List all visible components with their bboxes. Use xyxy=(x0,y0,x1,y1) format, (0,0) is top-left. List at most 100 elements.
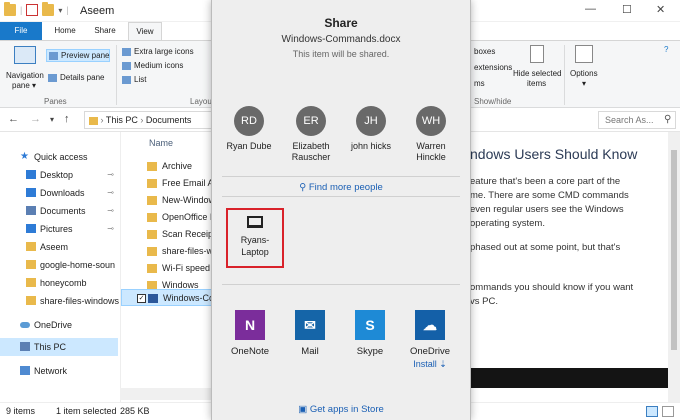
tab-file[interactable]: File xyxy=(0,22,42,40)
help-icon[interactable]: ? xyxy=(664,45,668,54)
nav-item-pictures[interactable]: Pictures ⊸ xyxy=(0,220,118,238)
nav-item-quick-access[interactable]: ★ Quick access xyxy=(0,148,118,166)
name-column-header[interactable]: Name xyxy=(149,138,173,148)
app-name: Mail xyxy=(301,346,319,357)
details-view-icon[interactable] xyxy=(646,406,658,417)
app-skype[interactable]: S Skype xyxy=(340,310,400,358)
nav-item-downloads[interactable]: Downloads ⊸ xyxy=(0,184,118,202)
file-row-selected[interactable]: ✓ Windows-Co xyxy=(121,289,213,306)
show-hide-group-label: Show/hide xyxy=(474,97,512,106)
file-row[interactable]: Wi-Fi speed xyxy=(121,260,213,277)
nav-item-label: Network xyxy=(34,366,68,376)
contact-warren-hinckle[interactable]: WH Warren Hinckle xyxy=(404,106,458,163)
find-more-label: Find more people xyxy=(308,182,383,193)
file-name: Wi-Fi speed xyxy=(162,263,211,273)
documents-icon xyxy=(26,206,36,215)
search-icon[interactable]: ⚲ xyxy=(664,114,671,125)
extra-large-icons-option[interactable]: Extra large icons xyxy=(122,47,194,56)
install-link[interactable]: Install ⇣ xyxy=(400,358,460,370)
navigation-pane-label[interactable]: Navigation xyxy=(6,71,44,80)
nearby-device-ryans-laptop[interactable]: Ryans- Laptop xyxy=(226,208,284,268)
new-folder-icon[interactable] xyxy=(42,2,55,16)
laptop-icon xyxy=(247,216,263,228)
navigation-pane-caret[interactable]: pane ▾ xyxy=(12,81,36,90)
row-checkbox[interactable]: ✓ xyxy=(137,294,146,303)
recent-locations-icon[interactable]: ▾ xyxy=(50,115,54,124)
breadcrumb[interactable]: › This PC › Documents xyxy=(84,111,212,129)
tab-home[interactable]: Home xyxy=(48,22,82,40)
nav-item-honeycomb[interactable]: honeycomb xyxy=(0,274,118,292)
contact-elizabeth-rauscher[interactable]: ER Elizabeth Rauscher xyxy=(284,106,338,163)
nav-item-onedrive[interactable]: OneDrive xyxy=(0,316,118,334)
item-check-boxes-option[interactable]: boxes xyxy=(474,47,495,56)
nav-item-this-pc[interactable]: This PC xyxy=(0,338,118,356)
preview-text-line: me. There are some CMD commands xyxy=(470,190,629,201)
file-row[interactable]: New-Window xyxy=(121,192,213,209)
file-name: Windows-Co xyxy=(163,293,213,303)
nav-item-aseem[interactable]: Aseem xyxy=(0,238,118,256)
file-name-extensions-option[interactable]: extensions xyxy=(474,63,512,72)
preview-pane-button[interactable]: Preview pane xyxy=(46,49,110,62)
details-pane-button[interactable]: Details pane xyxy=(48,73,104,82)
share-file-name: Windows-Commands.docx xyxy=(281,34,401,45)
nav-item-label: Pictures xyxy=(40,224,73,234)
vertical-scrollbar[interactable] xyxy=(668,132,680,404)
app-onenote[interactable]: N OneNote xyxy=(220,310,280,358)
find-more-people-link[interactable]: ⚲ Find more people xyxy=(212,182,470,193)
file-row[interactable]: OpenOffice I xyxy=(121,209,213,226)
close-button[interactable]: ✕ xyxy=(656,3,665,16)
avatar: WH xyxy=(416,106,446,136)
nav-item-network[interactable]: Network xyxy=(0,362,118,380)
list-option[interactable]: List xyxy=(122,75,146,84)
scrollbar-thumb[interactable] xyxy=(671,150,677,350)
tab-view[interactable]: View xyxy=(128,22,162,40)
list-label: List xyxy=(134,75,147,84)
app-onedrive[interactable]: ☁ OneDrive Install ⇣ xyxy=(400,310,460,370)
nav-item-share-files[interactable]: share-files-windows xyxy=(0,292,119,310)
options-button[interactable]: Options xyxy=(570,69,598,78)
horizontal-scrollbar[interactable] xyxy=(120,388,212,400)
contact-ryan-dube[interactable]: RD Ryan Dube xyxy=(222,106,276,152)
forward-arrow-icon[interactable]: → xyxy=(30,113,41,125)
file-row[interactable]: share-files-w xyxy=(121,243,213,260)
preview-text-line: operating system. xyxy=(470,218,545,229)
nav-item-label: Documents xyxy=(40,206,86,216)
properties-icon[interactable] xyxy=(26,4,39,16)
pin-icon: ⊸ xyxy=(107,224,114,233)
folder-icon xyxy=(26,278,36,287)
avatar: JH xyxy=(356,106,386,136)
preview-image-strip xyxy=(470,368,668,388)
hide-selected-label-2[interactable]: items xyxy=(527,79,546,88)
maximize-button[interactable]: ☐ xyxy=(622,3,632,16)
chevron-down-icon[interactable]: ▾ xyxy=(58,6,62,15)
file-row[interactable]: Scan Receipt xyxy=(121,226,213,243)
breadcrumb-this-pc[interactable]: This PC xyxy=(106,115,138,125)
nav-item-documents[interactable]: Documents ⊸ xyxy=(0,202,118,220)
minimize-button[interactable]: — xyxy=(585,3,596,15)
app-name: OneDrive xyxy=(409,346,451,357)
item-count: 9 items xyxy=(6,406,36,416)
contact-john-hicks[interactable]: JH john hicks xyxy=(344,106,398,152)
app-mail[interactable]: ✉ Mail xyxy=(280,310,340,358)
file-row[interactable]: Free Email A xyxy=(121,175,213,192)
tab-share[interactable]: Share xyxy=(88,22,122,40)
device-name: Ryans- xyxy=(240,235,270,245)
layout-group-label: Layou xyxy=(190,97,212,106)
get-apps-label: Get apps in Store xyxy=(309,404,384,415)
toolbar-separator: | xyxy=(20,5,23,15)
medium-icons-option[interactable]: Medium icons xyxy=(122,61,183,70)
hide-selected-label[interactable]: Hide selected xyxy=(513,69,561,78)
back-arrow-icon[interactable]: ← xyxy=(8,113,19,125)
mail-icon: ✉ xyxy=(295,310,325,340)
hidden-items-option[interactable]: ms xyxy=(474,79,485,88)
breadcrumb-documents[interactable]: Documents xyxy=(146,115,192,125)
navigation-pane-icon[interactable] xyxy=(14,46,36,64)
options-caret[interactable]: ▾ xyxy=(582,79,586,88)
get-apps-in-store-link[interactable]: ▣ Get apps in Store xyxy=(212,404,470,415)
nav-item-label: Aseem xyxy=(40,242,69,252)
large-icons-view-icon[interactable] xyxy=(662,406,674,417)
nav-item-desktop[interactable]: Desktop ⊸ xyxy=(0,166,118,184)
nav-item-google-home[interactable]: google-home-soun xyxy=(0,256,118,274)
up-arrow-icon[interactable]: ↑ xyxy=(64,113,70,125)
file-row[interactable]: Archive xyxy=(121,158,213,175)
